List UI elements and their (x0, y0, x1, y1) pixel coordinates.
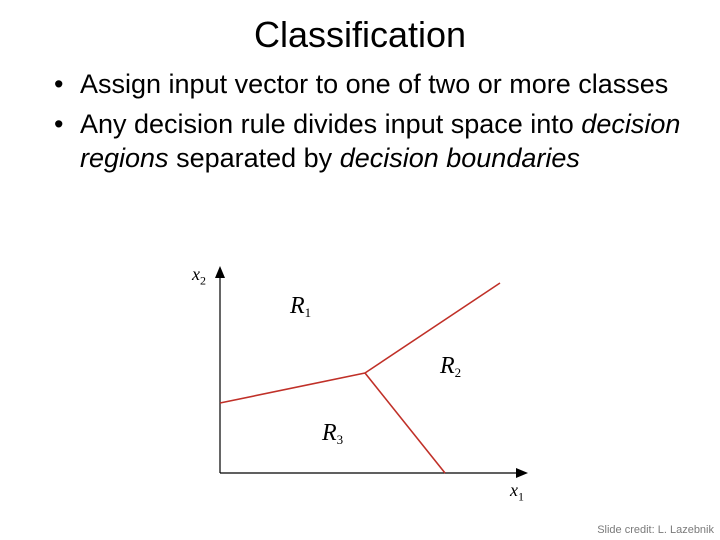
axis-sub: 2 (200, 274, 206, 288)
region-label-r1: R1 (290, 293, 311, 320)
x-axis-label: x1 (510, 480, 524, 505)
region-label-r3: R3 (322, 420, 343, 447)
axis-sub: 1 (518, 490, 524, 504)
decision-region-diagram: x2 x1 R1 R2 R3 (180, 258, 540, 508)
region-sub: 2 (455, 365, 462, 380)
region-sub: 3 (337, 432, 344, 447)
slide-credit: Slide credit: L. Lazebnik (597, 524, 714, 536)
region-glyph: R (322, 420, 337, 446)
bullet-italic: decision boundaries (340, 143, 580, 173)
bullet-item: Any decision rule divides input space in… (54, 108, 686, 176)
diagram-svg (180, 258, 540, 508)
axis-letter: x (192, 264, 200, 284)
bullet-text: Assign input vector to one of two or mor… (80, 69, 668, 99)
bullet-list: Assign input vector to one of two or mor… (0, 68, 720, 175)
y-axis-label: x2 (192, 264, 206, 289)
bullet-text: separated by (169, 143, 340, 173)
bullet-item: Assign input vector to one of two or mor… (54, 68, 686, 102)
region-glyph: R (440, 353, 455, 379)
region-label-r2: R2 (440, 353, 461, 380)
region-sub: 1 (305, 305, 312, 320)
page-title: Classification (0, 0, 720, 68)
axis-letter: x (510, 480, 518, 500)
bullet-text: Any decision rule divides input space in… (80, 109, 581, 139)
region-glyph: R (290, 293, 305, 319)
